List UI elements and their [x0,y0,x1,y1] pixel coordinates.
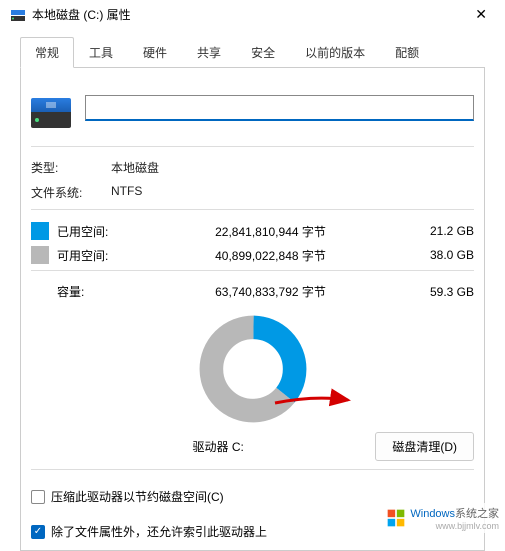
tab-sharing[interactable]: 共享 [182,37,236,67]
divider [31,146,474,147]
drive-name-input[interactable] [85,95,474,121]
usage-donut-chart [198,314,308,424]
disk-cleanup-button[interactable]: 磁盘清理(D) [375,432,474,461]
free-swatch [31,246,49,264]
index-label: 除了文件属性外，还允许索引此驱动器上 [51,523,267,540]
windows-logo-icon [386,508,406,528]
capacity-gb: 59.3 GB [414,285,474,299]
watermark-url: www.bjjmlv.com [410,521,499,531]
close-button[interactable]: ✕ [467,6,495,23]
watermark-suffix: 系统之家 [455,508,499,520]
tab-previous[interactable]: 以前的版本 [290,37,380,67]
tab-security[interactable]: 安全 [236,37,290,67]
compress-label: 压缩此驱动器以节约磁盘空间(C) [51,488,224,505]
window-title: 本地磁盘 (C:) 属性 [32,6,467,23]
watermark-brand: Windows [410,508,455,520]
tab-quota[interactable]: 配额 [380,37,434,67]
compress-checkbox[interactable] [31,490,45,504]
divider [31,469,474,470]
tab-tools[interactable]: 工具 [74,37,128,67]
capacity-bytes: 63,740,833,792 字节 [127,283,414,300]
free-label: 可用空间: [57,247,127,264]
filesystem-label: 文件系统: [31,184,111,201]
tab-panel-general: 类型: 本地磁盘 文件系统: NTFS 已用空间: 22,841,810,944… [20,68,485,551]
tab-bar: 常规 工具 硬件 共享 安全 以前的版本 配额 [20,37,485,68]
used-gb: 21.2 GB [414,224,474,238]
drive-icon-small [10,7,26,23]
drive-letter-label: 驱动器 C: [31,438,365,455]
filesystem-value: NTFS [111,184,474,201]
type-label: 类型: [31,159,111,176]
used-label: 已用空间: [57,223,127,240]
tab-general[interactable]: 常规 [20,37,74,68]
used-swatch [31,222,49,240]
index-checkbox[interactable]: ✓ [31,525,45,539]
free-gb: 38.0 GB [414,248,474,262]
divider [31,209,474,210]
tab-hardware[interactable]: 硬件 [128,37,182,67]
watermark: Windows系统之家 www.bjjmlv.com [382,503,503,533]
divider [31,270,474,271]
drive-icon [31,88,71,128]
type-value: 本地磁盘 [111,159,474,176]
free-bytes: 40,899,022,848 字节 [135,247,406,264]
used-bytes: 22,841,810,944 字节 [135,223,406,240]
capacity-label: 容量: [31,283,127,300]
